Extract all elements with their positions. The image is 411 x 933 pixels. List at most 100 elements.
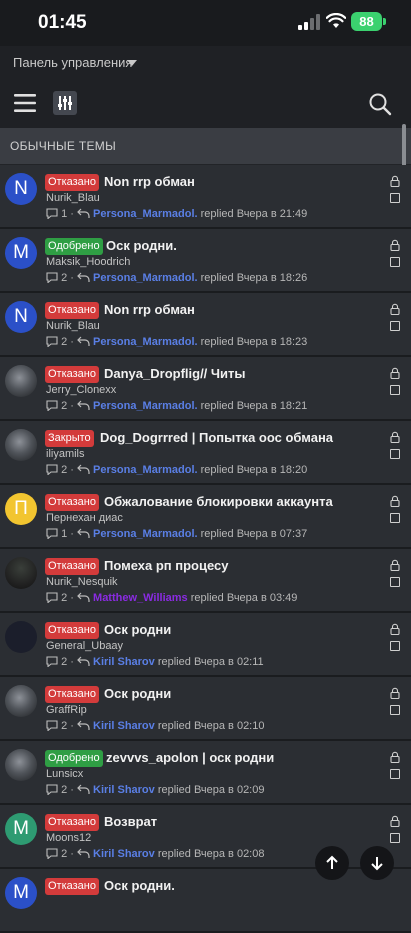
last-reply-time[interactable]: Вчера в 02:08 xyxy=(194,848,265,860)
replied-label: replied xyxy=(200,528,234,540)
select-checkbox[interactable] xyxy=(390,833,400,843)
hamburger-icon[interactable] xyxy=(14,94,36,112)
status-bar: 01:45 88 xyxy=(0,0,411,46)
last-poster-link[interactable]: Kiril Sharov xyxy=(93,784,155,796)
last-reply-time[interactable]: Вчера в 02:09 xyxy=(194,784,265,796)
last-reply-time[interactable]: Вчера в 02:11 xyxy=(194,656,264,668)
scroll-down-button[interactable] xyxy=(360,846,394,880)
avatar[interactable] xyxy=(5,557,37,589)
thread-row[interactable]: N Отказано Non rrp обман Nurik_Blau 2 · Per… xyxy=(0,293,411,357)
lock-icon xyxy=(390,495,400,507)
select-checkbox[interactable] xyxy=(390,449,400,459)
last-poster-link[interactable]: Persona_Marmadol. xyxy=(93,336,198,348)
select-checkbox[interactable] xyxy=(390,321,400,331)
avatar[interactable]: П xyxy=(5,493,37,525)
last-poster-link[interactable]: Persona_Marmadol. xyxy=(93,464,198,476)
last-reply-time[interactable]: Вчера в 18:26 xyxy=(237,272,308,284)
last-poster-link[interactable]: Matthew_Williams xyxy=(93,592,188,604)
avatar[interactable] xyxy=(5,429,37,461)
author-link[interactable]: Jerry_Clonexx xyxy=(46,384,116,396)
select-checkbox[interactable] xyxy=(390,513,400,523)
last-reply-time[interactable]: Вчера в 18:20 xyxy=(237,464,308,476)
thread-row[interactable]: M Отказано Возврат Moons12 2 · Kiril Sharov… xyxy=(0,805,411,869)
select-checkbox[interactable] xyxy=(390,769,400,779)
chevron-down-icon[interactable] xyxy=(127,60,137,66)
control-panel-dropdown[interactable]: Панель управления xyxy=(13,55,132,70)
avatar[interactable]: M xyxy=(5,877,37,909)
thread-row[interactable]: Отказано Оск родни General_Ubaay 2 · Kiril… xyxy=(0,613,411,677)
last-poster-link[interactable]: Kiril Sharov xyxy=(93,656,155,668)
lock-icon xyxy=(390,303,400,315)
last-reply-time[interactable]: Вчера в 07:37 xyxy=(237,528,308,540)
author-link[interactable]: Nurik_Blau xyxy=(46,320,100,332)
thread-title-link[interactable]: zevvvs_apolon | оск родни xyxy=(106,750,274,765)
thread-row[interactable]: M Отказано Оск родни. xyxy=(0,869,411,933)
thread-row[interactable]: Отказано Оск родни GraffRip 2 · Kiril Shar… xyxy=(0,677,411,741)
last-poster-link[interactable]: Persona_Marmadol. xyxy=(93,528,198,540)
last-reply-time[interactable]: Вчера в 02:10 xyxy=(194,720,265,732)
author-link[interactable]: Moons12 xyxy=(46,832,91,844)
select-checkbox[interactable] xyxy=(390,577,400,587)
thread-title-link[interactable]: Оск родни. xyxy=(106,238,177,253)
last-poster-link[interactable]: Persona_Marmadol. xyxy=(93,272,198,284)
thread-row[interactable]: Закрыто Dog_Dogrrred | Попытка оос обмана… xyxy=(0,421,411,485)
avatar[interactable] xyxy=(5,749,37,781)
last-reply-time[interactable]: Вчера в 21:49 xyxy=(237,208,308,220)
select-checkbox[interactable] xyxy=(390,257,400,267)
avatar[interactable] xyxy=(5,685,37,717)
scroll-up-button[interactable] xyxy=(315,846,349,880)
avatar[interactable]: N xyxy=(5,173,37,205)
thread-title-link[interactable]: Возврат xyxy=(104,814,157,829)
thread-title-link[interactable]: Оск родни xyxy=(104,686,171,701)
thread-title-link[interactable]: Помеха рп процесу xyxy=(104,558,229,573)
thread-row[interactable]: M Одобрено Оск родни. Maksik_Hoodrich 2 · P… xyxy=(0,229,411,293)
last-poster-link[interactable]: Persona_Marmadol. xyxy=(93,400,198,412)
select-checkbox[interactable] xyxy=(390,385,400,395)
thread-row[interactable]: Отказано Danya_Dropflig// Читы Jerry_Clone… xyxy=(0,357,411,421)
thread-title-link[interactable]: Non rrp обман xyxy=(104,174,195,189)
thread-title-link[interactable]: Оск родни xyxy=(104,622,171,637)
replied-label: replied xyxy=(157,720,191,732)
thread-title-link[interactable]: Обжалование блокировки аккаунта xyxy=(104,494,333,509)
select-checkbox[interactable] xyxy=(390,705,400,715)
last-poster-link[interactable]: Kiril Sharov xyxy=(93,720,155,732)
reply-count: 2 xyxy=(61,400,68,412)
thread-meta: 2 · Matthew_Williams replied Вчера в 03:… xyxy=(46,592,297,604)
replied-label: replied xyxy=(200,208,234,220)
thread-row[interactable]: П Отказано Обжалование блокировки аккаунта… xyxy=(0,485,411,549)
author-link[interactable]: Nurik_Blau xyxy=(46,192,100,204)
replied-label: replied xyxy=(200,336,234,348)
last-reply-time[interactable]: Вчера в 18:21 xyxy=(237,400,308,412)
thread-row[interactable]: Одобрено zevvvs_apolon | оск родни Lunsicx… xyxy=(0,741,411,805)
thread-title-link[interactable]: Non rrp обман xyxy=(104,302,195,317)
last-reply-time[interactable]: Вчера в 03:49 xyxy=(227,592,298,604)
select-checkbox[interactable] xyxy=(390,641,400,651)
avatar[interactable]: N xyxy=(5,301,37,333)
thread-title-link[interactable]: Dog_Dogrrred | Попытка оос обмана xyxy=(100,430,333,445)
comment-icon xyxy=(46,656,58,667)
author-link[interactable]: Maksik_Hoodrich xyxy=(46,256,130,268)
select-checkbox[interactable] xyxy=(390,193,400,203)
author-link[interactable]: Lunsicx xyxy=(46,768,83,780)
avatar[interactable]: M xyxy=(5,237,37,269)
avatar[interactable] xyxy=(5,621,37,653)
author-link[interactable]: iliyamils xyxy=(46,448,85,460)
author-link[interactable]: Пернехан диас xyxy=(46,512,123,524)
filter-sliders-icon[interactable] xyxy=(53,91,77,115)
search-icon[interactable] xyxy=(368,92,392,116)
author-link[interactable]: GraffRip xyxy=(46,704,87,716)
author-link[interactable]: Nurik_Nesquik xyxy=(46,576,118,588)
avatar[interactable] xyxy=(5,365,37,397)
avatar[interactable]: M xyxy=(5,813,37,845)
last-reply-time[interactable]: Вчера в 18:23 xyxy=(237,336,308,348)
status-time: 01:45 xyxy=(38,12,87,33)
thread-row[interactable]: N Отказано Non rrp обман Nurik_Blau 1 · Per… xyxy=(0,165,411,229)
last-poster-link[interactable]: Kiril Sharov xyxy=(93,848,155,860)
last-poster-link[interactable]: Persona_Marmadol. xyxy=(93,208,198,220)
thread-title-link[interactable]: Оск родни. xyxy=(104,878,175,893)
thread-row[interactable]: Отказано Помеха рп процесу Nurik_Nesquik 2… xyxy=(0,549,411,613)
status-badge: Отказано xyxy=(45,302,99,319)
thread-title-link[interactable]: Danya_Dropflig// Читы xyxy=(104,366,246,381)
lock-icon xyxy=(390,431,400,443)
author-link[interactable]: General_Ubaay xyxy=(46,640,123,652)
